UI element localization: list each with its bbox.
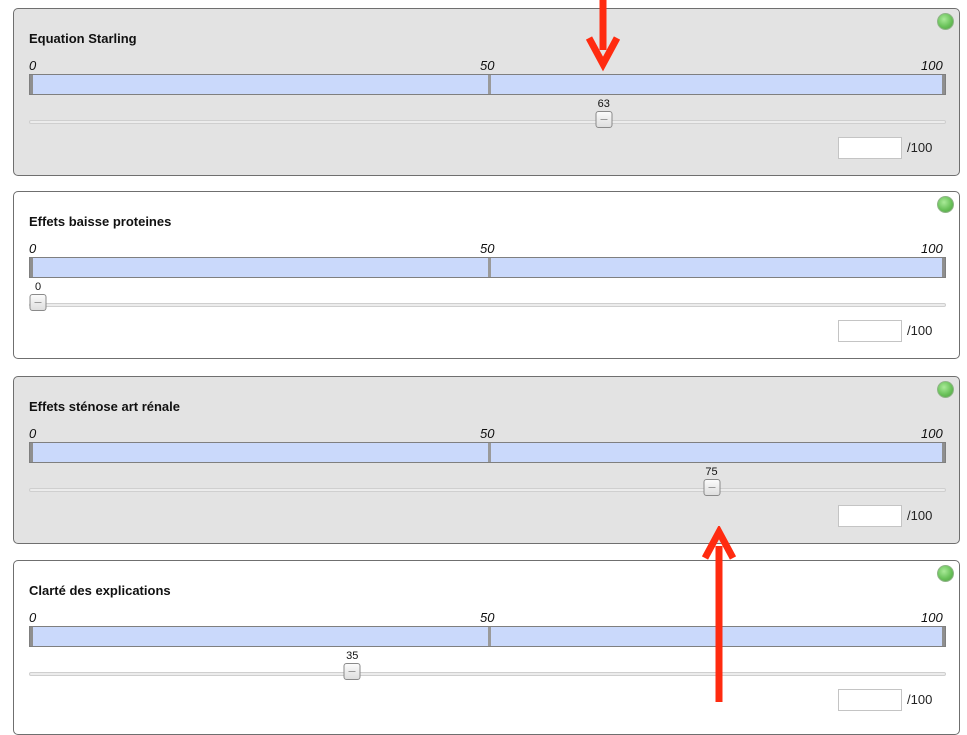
- scale-bar: [29, 626, 946, 647]
- slider-thumb[interactable]: [703, 479, 720, 496]
- panel-title: Effets sténose art rénale: [29, 399, 181, 414]
- scale-min-label: 0: [29, 426, 37, 441]
- score-input[interactable]: [838, 505, 902, 527]
- out-of-label: /100: [907, 140, 933, 155]
- slider-thumb[interactable]: [343, 663, 361, 680]
- panel-title: Effets baisse proteines: [29, 214, 172, 229]
- slider-value-label: 63: [597, 98, 610, 110]
- panel-title: Equation Starling: [29, 31, 137, 46]
- green-status-icon: [937, 381, 954, 398]
- scale-min-label: 0: [29, 58, 37, 73]
- scale-mid-label: 50: [480, 610, 495, 625]
- slider-value-label: 0: [34, 281, 42, 293]
- score-input[interactable]: [838, 320, 902, 342]
- score-input[interactable]: [838, 137, 902, 159]
- slider-thumb[interactable]: [29, 294, 47, 311]
- slider-track[interactable]: [29, 120, 946, 124]
- rating-panel-effets-stenose-art-renale: Effets sténose art rénale 0 50 100 75 /1…: [13, 376, 960, 544]
- scale-mid-label: 50: [480, 426, 495, 441]
- rating-panel-clarte-des-explications: Clarté des explications 0 50 100 35 /100: [13, 560, 960, 735]
- scale-max-label: 100: [921, 241, 943, 256]
- out-of-label: /100: [907, 323, 933, 338]
- green-status-icon: [937, 196, 954, 213]
- score-input[interactable]: [838, 689, 902, 711]
- panel-title: Clarté des explications: [29, 583, 171, 598]
- scale-mid-label: 50: [480, 241, 495, 256]
- scale-bar: [29, 257, 946, 278]
- rating-panel-effets-baisse-proteines: Effets baisse proteines 0 50 100 0 /100: [13, 191, 960, 359]
- out-of-label: /100: [907, 692, 933, 707]
- red-arrow-down-icon: [585, 0, 621, 72]
- scale-bar: [29, 442, 946, 463]
- slider-track[interactable]: [29, 303, 946, 307]
- scale-max-label: 100: [921, 58, 943, 73]
- green-status-icon: [937, 13, 954, 30]
- red-arrow-up-icon: [701, 526, 737, 702]
- scale-max-label: 100: [921, 426, 943, 441]
- slider-value-label: 35: [346, 650, 359, 662]
- scale-min-label: 0: [29, 241, 37, 256]
- scale-max-label: 100: [921, 610, 943, 625]
- slider-track[interactable]: [29, 488, 946, 492]
- slider-value-label: 75: [705, 466, 718, 478]
- green-status-icon: [937, 565, 954, 582]
- rating-panel-equation-starling: Equation Starling 0 50 100 63 /100: [13, 8, 960, 176]
- scale-min-label: 0: [29, 610, 37, 625]
- slider-thumb[interactable]: [595, 111, 613, 128]
- slider-track[interactable]: [29, 672, 946, 676]
- scale-bar: [29, 74, 946, 95]
- scale-mid-label: 50: [480, 58, 495, 73]
- out-of-label: /100: [907, 508, 933, 523]
